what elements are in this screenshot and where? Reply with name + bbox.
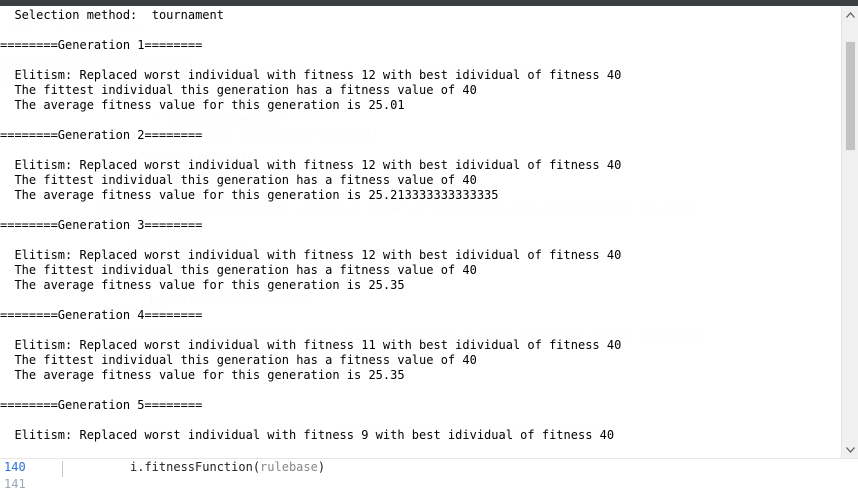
- console-line: The fittest individual this generation h…: [0, 83, 477, 97]
- generation-header: ========Generation 3========: [0, 218, 203, 232]
- console-line: The average fitness value for this gener…: [0, 278, 405, 292]
- chevron-down-icon: [846, 446, 855, 453]
- window-top-strip: [0, 0, 858, 6]
- generation-header: ========Generation 5========: [0, 398, 203, 412]
- console-line: Elitism: Replaced worst individual with …: [0, 158, 622, 172]
- console-line: The average fitness value for this gener…: [0, 368, 405, 382]
- code-line[interactable]: i.fitnessFunction(rulebase): [130, 459, 325, 475]
- generation-header: ========Generation 2========: [0, 128, 203, 142]
- console-line: Elitism: Replaced worst individual with …: [0, 248, 622, 262]
- scroll-down-button[interactable]: [842, 441, 858, 458]
- console-line: Selection method: tournament: [0, 8, 224, 22]
- console-scrollbar[interactable]: [841, 6, 858, 458]
- next-line-number: 141: [4, 477, 26, 491]
- chevron-up-icon: [846, 11, 855, 18]
- console-line: Elitism: Replaced worst individual with …: [0, 338, 622, 352]
- console-output: Selection method: tournament ========Gene…: [0, 6, 841, 458]
- console-line: The fittest individual this generation h…: [0, 353, 477, 367]
- gutter-fold-marker: [62, 461, 63, 477]
- console-line: The average fitness value for this gener…: [0, 188, 499, 202]
- console-line: Elitism: Replaced worst individual with …: [0, 428, 615, 442]
- code-close-paren: ): [317, 460, 326, 474]
- code-argument: rulebase: [260, 460, 318, 474]
- console-line: The fittest individual this generation h…: [0, 263, 477, 277]
- console-line: Elitism: Replaced worst individual with …: [0, 68, 622, 82]
- scroll-thumb[interactable]: [846, 42, 855, 150]
- console-line: The average fitness value for this gener…: [0, 98, 405, 112]
- generation-header: ========Generation 1========: [0, 38, 203, 52]
- console-line: The fittest individual this generation h…: [0, 173, 477, 187]
- code-editor[interactable]: 140 141 i.fitnessFunction(rulebase): [0, 458, 858, 491]
- code-call: i.fitnessFunction(: [130, 460, 261, 474]
- scroll-up-button[interactable]: [842, 6, 858, 23]
- line-number: 140: [4, 460, 26, 474]
- generation-header: ========Generation 4========: [0, 308, 203, 322]
